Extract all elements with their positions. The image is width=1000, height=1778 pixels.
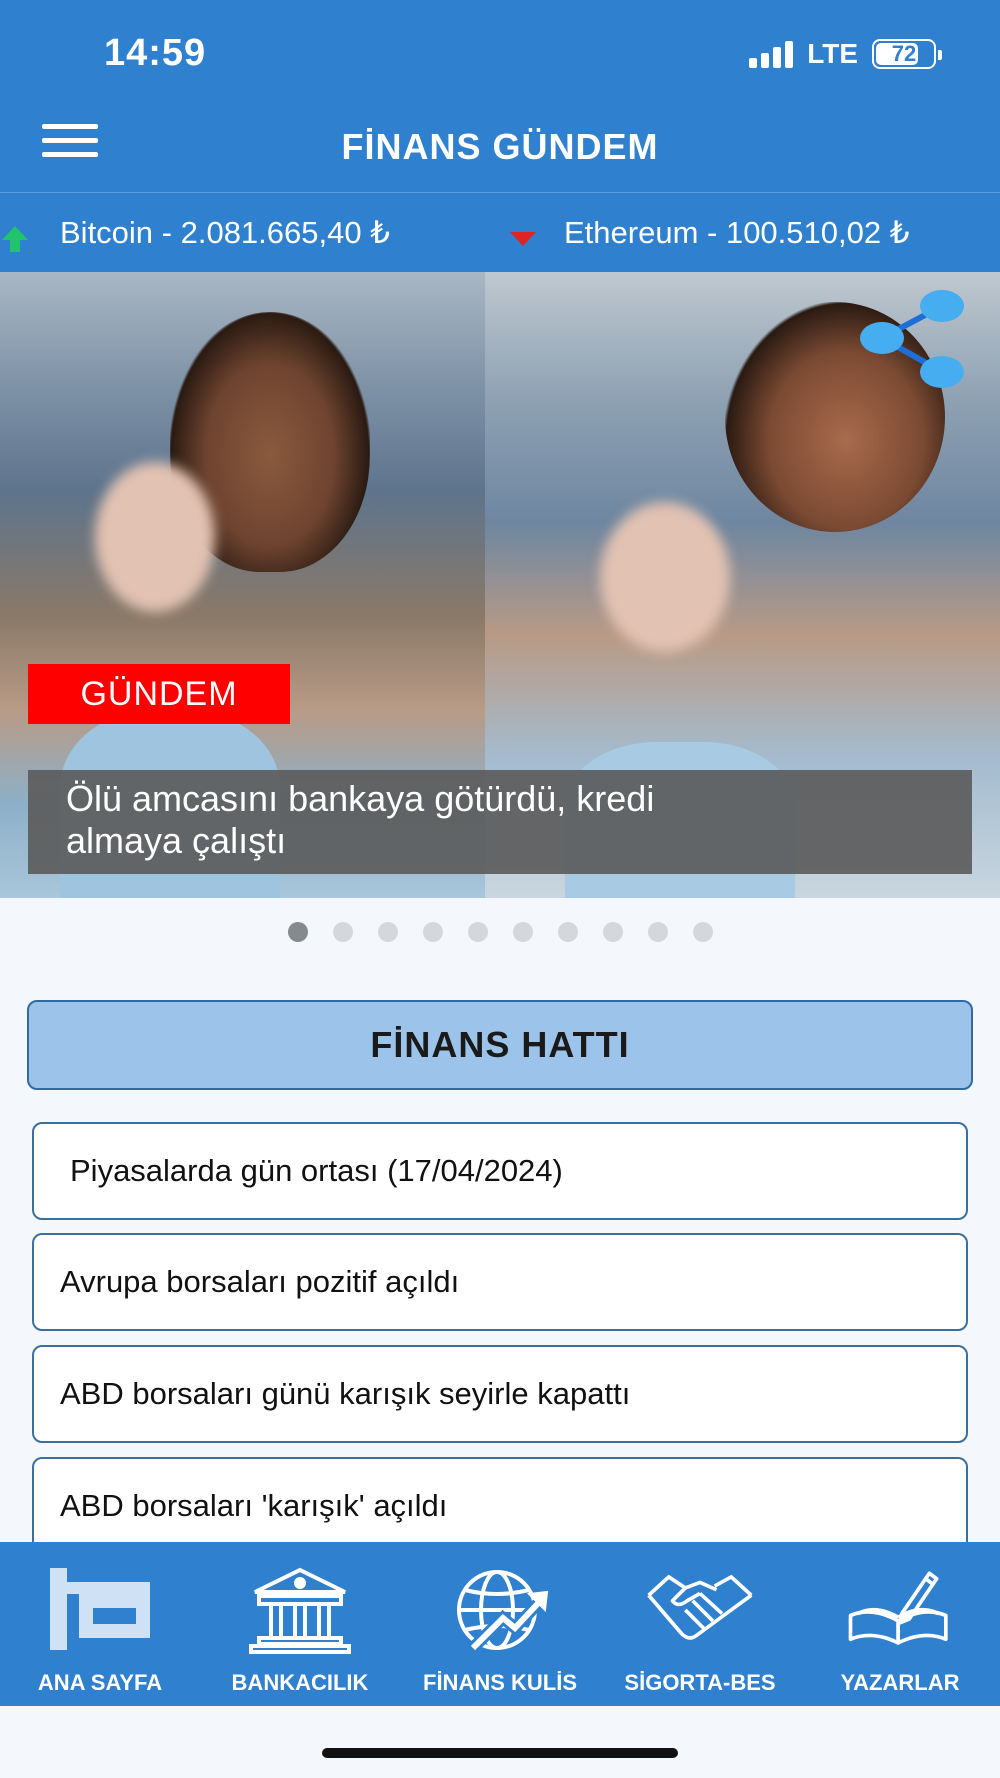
pagination-dot[interactable] <box>512 922 533 942</box>
ticker-bitcoin-label: Bitcoin - 2.081.665,40 ₺ <box>60 215 390 250</box>
nav-label: BANKACILIK <box>231 1670 369 1695</box>
pagination-dot[interactable] <box>692 922 713 942</box>
ticker-item-ethereum[interactable]: Ethereum - 100.510,02 ₺ <box>510 215 909 251</box>
status-indicators: LTE 72 <box>749 38 942 70</box>
battery-level: 72 <box>891 41 917 66</box>
headline-line-1: Ölü amcasını bankaya götürdü, kredi <box>66 778 655 819</box>
bank-icon <box>249 1567 351 1654</box>
battery-icon: 72 <box>872 39 942 69</box>
app-title: FİNANS GÜNDEM <box>341 126 659 167</box>
headline-line-2: almaya çalıştı <box>66 820 287 861</box>
pagination-dot[interactable] <box>287 922 308 942</box>
nav-label: YAZARLAR <box>840 1670 960 1695</box>
featured-news-slide[interactable]: GÜNDEM Ölü amcasını bankaya götürdü, kre… <box>0 272 1000 898</box>
list-item[interactable]: Avrupa borsaları pozitif açıldı <box>32 1233 968 1331</box>
list-item[interactable]: Piyasalarda gün ortası (17/04/2024) <box>32 1122 968 1220</box>
slider-pagination <box>0 922 1000 942</box>
nav-ana-sayfa[interactable]: ANA SAYFA <box>0 1542 200 1706</box>
category-badge[interactable]: GÜNDEM <box>28 664 290 724</box>
ticker-ethereum-label: Ethereum - 100.510,02 ₺ <box>564 215 910 250</box>
globe-chart-icon <box>457 1570 549 1653</box>
pagination-dot[interactable] <box>467 922 488 942</box>
headline[interactable]: Ölü amcasını bankaya götürdü, kredi alma… <box>28 770 972 874</box>
nav-finans-kulis[interactable]: FİNANS KULİS <box>400 1542 600 1706</box>
share-icon[interactable] <box>860 290 970 390</box>
pagination-dot[interactable] <box>422 922 443 942</box>
book-pen-icon <box>848 1571 948 1645</box>
nav-sigorta-bes[interactable]: SİGORTA-BES <box>600 1542 800 1706</box>
nav-bankacilik[interactable]: BANKACILIK <box>200 1542 400 1706</box>
pagination-dot[interactable] <box>647 922 668 942</box>
signal-icon <box>749 40 794 68</box>
nav-label: SİGORTA-BES <box>624 1670 776 1695</box>
section-title: FİNANS HATTI <box>27 1000 973 1090</box>
list-item[interactable]: ABD borsaları günü karışık seyirle kapat… <box>32 1345 968 1443</box>
status-time: 14:59 <box>104 32 207 74</box>
arrow-down-icon <box>510 232 536 246</box>
blurred-face <box>600 502 730 652</box>
bottom-navigation: ANA SAYFA BANKACILIK FİNANS KULİS SİGORT… <box>0 1542 1000 1706</box>
nav-yazarlar[interactable]: YAZARLAR <box>800 1542 1000 1706</box>
blurred-face <box>95 462 215 612</box>
home-indicator[interactable] <box>322 1748 678 1758</box>
handshake-icon <box>647 1575 753 1640</box>
pagination-dot[interactable] <box>332 922 353 942</box>
network-type: LTE <box>807 38 858 69</box>
nav-label: ANA SAYFA <box>37 1670 163 1695</box>
pagination-dot[interactable] <box>377 922 398 942</box>
nav-label: FİNANS KULİS <box>423 1670 577 1695</box>
crypto-ticker: Bitcoin - 2.081.665,40 ₺ Ethereum - 100.… <box>0 192 1000 272</box>
pagination-dot[interactable] <box>557 922 578 942</box>
fg-logo-icon <box>50 1568 150 1650</box>
ticker-item-bitcoin[interactable]: Bitcoin - 2.081.665,40 ₺ <box>0 215 390 252</box>
pagination-dot[interactable] <box>602 922 623 942</box>
list-item[interactable]: ABD borsaları 'karışık' açıldı <box>32 1457 968 1555</box>
arrow-up-icon <box>2 226 28 252</box>
top-bar: 14:59 LTE 72 FİNANS GÜNDEM <box>0 0 1000 192</box>
